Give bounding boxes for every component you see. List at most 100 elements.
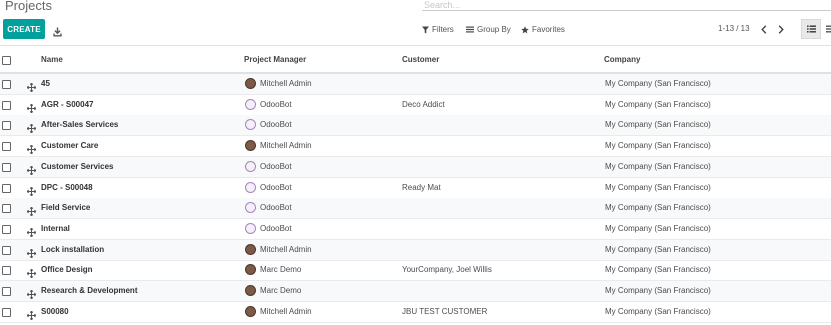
column-header-customer[interactable]: Customer xyxy=(402,55,439,64)
pager-previous-icon[interactable] xyxy=(759,23,769,35)
table-row[interactable]: Internal OdooBot My Company (San Francisco… xyxy=(0,219,831,240)
table-header: Name Project Manager Customer Company xyxy=(0,45,831,74)
company: My Company (San Francisco) xyxy=(605,244,711,254)
row-checkbox[interactable] xyxy=(2,162,11,172)
table-row[interactable]: Research & Development Marc Demo My Compan… xyxy=(0,281,831,302)
drag-handle-icon[interactable] xyxy=(26,224,37,238)
table-row[interactable]: 45 Mitchell Admin My Company (San Francisc… xyxy=(0,74,831,95)
project-manager: Mitchell Admin xyxy=(260,244,312,254)
row-checkbox[interactable] xyxy=(2,307,11,317)
download-icon[interactable] xyxy=(53,24,62,37)
row-checkbox[interactable] xyxy=(2,183,11,193)
drag-handle-icon[interactable] xyxy=(26,120,37,134)
table-row[interactable]: Office Design Marc Demo YourCompany, Joel … xyxy=(0,260,831,282)
company: My Company (San Francisco) xyxy=(605,120,711,130)
table-row[interactable]: DPC - S00048 OdooBot Ready Mat My Company (… xyxy=(0,178,831,199)
pager-next-icon[interactable] xyxy=(776,23,786,35)
project-manager: Mitchell Admin xyxy=(260,306,312,316)
drag-handle-icon[interactable] xyxy=(26,183,37,196)
group-by-label: Group By xyxy=(477,25,511,34)
company: My Company (San Francisco) xyxy=(605,286,711,295)
kanban-view-button[interactable] xyxy=(822,19,831,39)
pager-value[interactable]: 1-13 / 13 xyxy=(718,24,750,33)
kanban-icon xyxy=(826,25,831,33)
project-manager: Marc Demo xyxy=(260,265,302,275)
project-name: AGR - S00047 xyxy=(41,99,94,109)
customer: JBU TEST CUSTOMER xyxy=(402,306,488,316)
row-checkbox[interactable] xyxy=(2,266,11,276)
row-checkbox[interactable] xyxy=(2,204,11,214)
favorites-dropdown[interactable]: Favorites xyxy=(521,24,565,35)
project-name: Office Design xyxy=(41,265,93,275)
column-header-name[interactable]: Name xyxy=(41,55,63,64)
avatar xyxy=(245,140,256,152)
drag-handle-icon[interactable] xyxy=(26,162,37,176)
row-checkbox[interactable] xyxy=(2,121,11,131)
table-row[interactable]: S00080 Mitchell Admin JBU TEST CUSTOMER My … xyxy=(0,302,831,323)
avatar xyxy=(245,264,256,276)
drag-handle-icon[interactable] xyxy=(26,79,37,93)
row-checkbox[interactable] xyxy=(2,224,11,234)
row-checkbox[interactable] xyxy=(2,287,11,296)
star-icon xyxy=(521,25,529,33)
create-button[interactable]: CREATE xyxy=(3,19,45,39)
table-row[interactable]: After-Sales Services OdooBot My Company (S… xyxy=(0,115,831,137)
company: My Company (San Francisco) xyxy=(605,203,711,213)
row-checkbox[interactable] xyxy=(2,100,11,110)
project-manager: OdooBot xyxy=(260,120,292,130)
projects-list-view: Projects CREATE Filters Group By Favorit… xyxy=(0,0,831,325)
project-manager: OdooBot xyxy=(260,223,292,233)
project-name: Research & Development xyxy=(41,286,138,295)
company: My Company (San Francisco) xyxy=(605,182,711,192)
project-manager: Marc Demo xyxy=(260,286,302,295)
column-header-project-manager[interactable]: Project Manager xyxy=(244,55,306,64)
favorites-label: Favorites xyxy=(532,25,565,34)
company: My Company (San Francisco) xyxy=(605,79,711,88)
company: My Company (San Francisco) xyxy=(605,265,711,275)
project-manager: Mitchell Admin xyxy=(260,141,312,151)
list-view-button[interactable] xyxy=(801,19,821,39)
customer: YourCompany, Joel Willis xyxy=(402,265,492,275)
project-name: Customer Care xyxy=(41,141,99,151)
select-all-checkbox[interactable] xyxy=(2,56,11,65)
avatar xyxy=(245,181,256,193)
drag-handle-icon[interactable] xyxy=(26,141,37,155)
avatar xyxy=(245,243,256,255)
company: My Company (San Francisco) xyxy=(605,141,711,151)
table-row[interactable]: Lock installation Mitchell Admin My Compan… xyxy=(0,239,831,261)
search-input[interactable] xyxy=(422,0,831,11)
project-name: Lock installation xyxy=(41,244,105,254)
drag-handle-icon[interactable] xyxy=(26,286,37,300)
avatar xyxy=(245,119,256,131)
avatar xyxy=(245,98,256,110)
table-row[interactable]: Customer Services OdooBot My Company (San … xyxy=(0,156,831,178)
drag-handle-icon[interactable] xyxy=(26,203,37,217)
drag-handle-icon[interactable] xyxy=(26,265,37,279)
customer: Ready Mat xyxy=(402,182,441,192)
bars-icon xyxy=(466,26,474,33)
row-checkbox[interactable] xyxy=(2,245,11,255)
project-manager: OdooBot xyxy=(260,203,292,213)
project-name: Customer Services xyxy=(41,161,114,171)
filter-icon xyxy=(422,26,429,33)
list-icon xyxy=(806,25,816,33)
filters-dropdown[interactable]: Filters xyxy=(422,24,454,35)
project-name: Field Service xyxy=(41,203,91,213)
table-row[interactable]: Customer Care Mitchell Admin My Company (S… xyxy=(0,136,831,158)
drag-handle-icon[interactable] xyxy=(26,307,37,321)
row-checkbox[interactable] xyxy=(2,80,11,89)
table-row[interactable]: Field Service OdooBot My Company (San Fran… xyxy=(0,198,831,220)
column-header-company[interactable]: Company xyxy=(604,55,640,64)
group-by-dropdown[interactable]: Group By xyxy=(466,24,511,35)
row-checkbox[interactable] xyxy=(2,142,11,152)
project-manager: OdooBot xyxy=(260,182,292,192)
project-name: After-Sales Services xyxy=(41,120,119,130)
company: My Company (San Francisco) xyxy=(605,306,711,316)
drag-handle-icon[interactable] xyxy=(26,100,37,114)
table-row[interactable]: AGR - S00047 OdooBot Deco Addict My Company… xyxy=(0,95,831,116)
customer: Deco Addict xyxy=(402,99,445,109)
project-name: Internal xyxy=(41,223,70,233)
avatar xyxy=(245,305,256,317)
project-name: 45 xyxy=(41,79,50,88)
drag-handle-icon[interactable] xyxy=(26,245,37,259)
